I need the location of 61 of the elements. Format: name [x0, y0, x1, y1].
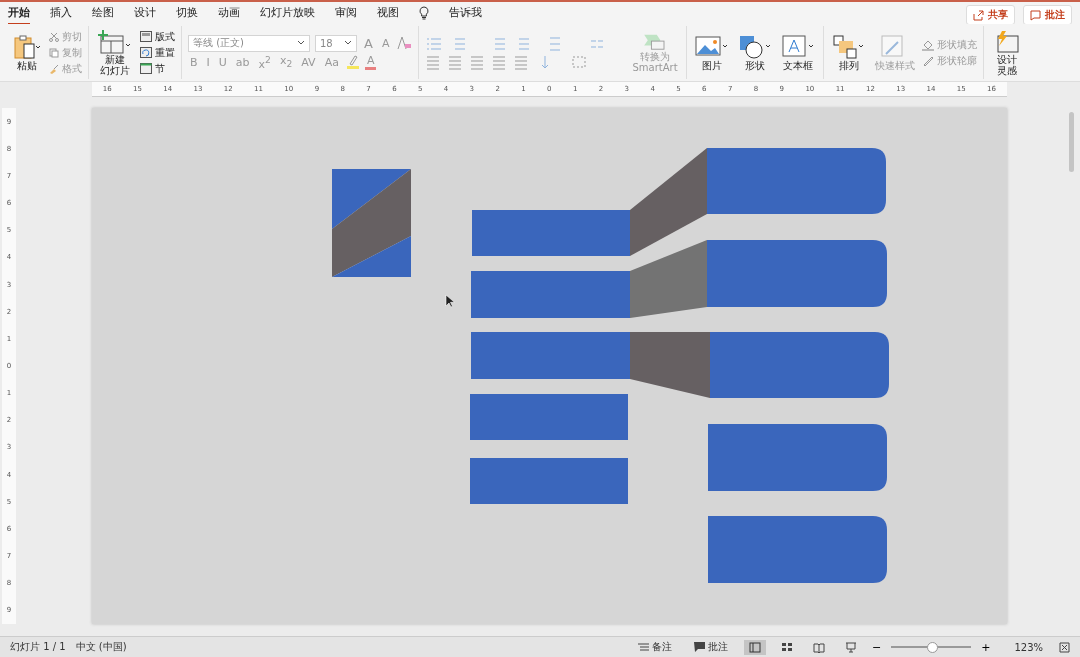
ribbon-tab[interactable]: 设计	[134, 1, 156, 25]
clipboard-icon	[12, 34, 42, 60]
speech-bubble-icon	[693, 642, 705, 652]
tell-me-search[interactable]: 告诉我	[449, 1, 482, 25]
chevron-down-icon	[344, 40, 352, 47]
new-slide-icon	[97, 29, 133, 54]
font-size-field[interactable]: 18	[315, 34, 357, 52]
paint-bucket-icon	[921, 38, 934, 51]
arrange-icon	[831, 34, 866, 60]
slide-layout-icon	[140, 63, 152, 74]
slide-layout-icon	[140, 31, 152, 42]
paste-button[interactable]: 粘贴	[10, 34, 44, 71]
comment-button[interactable]: 批注	[1023, 5, 1072, 25]
copy-icon	[49, 47, 59, 58]
ribbon-tab[interactable]: 插入	[50, 1, 72, 25]
pencil-icon	[921, 54, 934, 67]
scissors-icon	[49, 31, 59, 42]
textbox-button[interactable]: 文本框	[778, 34, 817, 71]
speech-bubble-icon	[1030, 9, 1041, 21]
comments-button[interactable]: 批注	[687, 639, 734, 655]
lightbulb-icon	[419, 6, 429, 20]
brush-icon	[49, 63, 59, 74]
font-name-field[interactable]: 等线 (正文)	[188, 34, 310, 52]
chevron-down-icon	[297, 40, 305, 47]
scrollbar[interactable]	[1069, 112, 1074, 172]
section-button[interactable]: 节	[140, 61, 175, 76]
fit-to-window-icon[interactable]	[1059, 641, 1070, 653]
share-button[interactable]: 共享	[966, 5, 1015, 25]
zoom-percent: 123%	[1014, 641, 1043, 653]
clear-format-icon[interactable]	[396, 36, 413, 51]
ribbon-tab[interactable]: 切换	[176, 1, 198, 25]
share-icon	[973, 9, 984, 21]
ribbon-tab[interactable]: 绘图	[92, 1, 114, 25]
slide-counter: 幻灯片 1 / 1	[10, 640, 66, 654]
zoom-out-button[interactable]: −	[871, 640, 882, 654]
shapes-icon	[737, 34, 772, 60]
mouse-cursor-icon	[445, 294, 455, 308]
new-slide-button[interactable]: 新建 幻灯片	[95, 29, 135, 76]
language-label: 中文 (中国)	[75, 640, 127, 654]
design-ideas-button[interactable]: 设计 灵感	[989, 29, 1024, 76]
zoom-slider-thumb[interactable]	[927, 641, 938, 653]
notes-button[interactable]: 备注	[631, 639, 678, 655]
layout-button[interactable]: 版式	[140, 29, 175, 44]
ribbon-tab[interactable]: 幻灯片放映	[260, 1, 315, 25]
arrange-button[interactable]: 排列	[829, 34, 868, 71]
view-icon	[780, 641, 793, 653]
notes-icon	[637, 642, 649, 652]
picture-button[interactable]: 图片	[692, 34, 731, 71]
zoom-in-button[interactable]: +	[981, 640, 991, 654]
view-icon	[812, 641, 825, 653]
text-box-icon	[780, 34, 815, 60]
slide-layout-icon	[140, 47, 152, 58]
highlighter-icon[interactable]	[345, 55, 360, 69]
view-icon	[844, 641, 857, 653]
reset-button[interactable]: 重置	[140, 45, 175, 60]
ribbon-tab[interactable]: 视图	[377, 1, 399, 25]
ribbon-tab[interactable]: 动画	[218, 1, 240, 25]
shape-button[interactable]: 形状	[735, 34, 774, 71]
normal-view-button[interactable]	[743, 639, 766, 655]
ribbon-tab[interactable]: 审阅	[335, 1, 357, 25]
view-icon	[748, 641, 761, 653]
